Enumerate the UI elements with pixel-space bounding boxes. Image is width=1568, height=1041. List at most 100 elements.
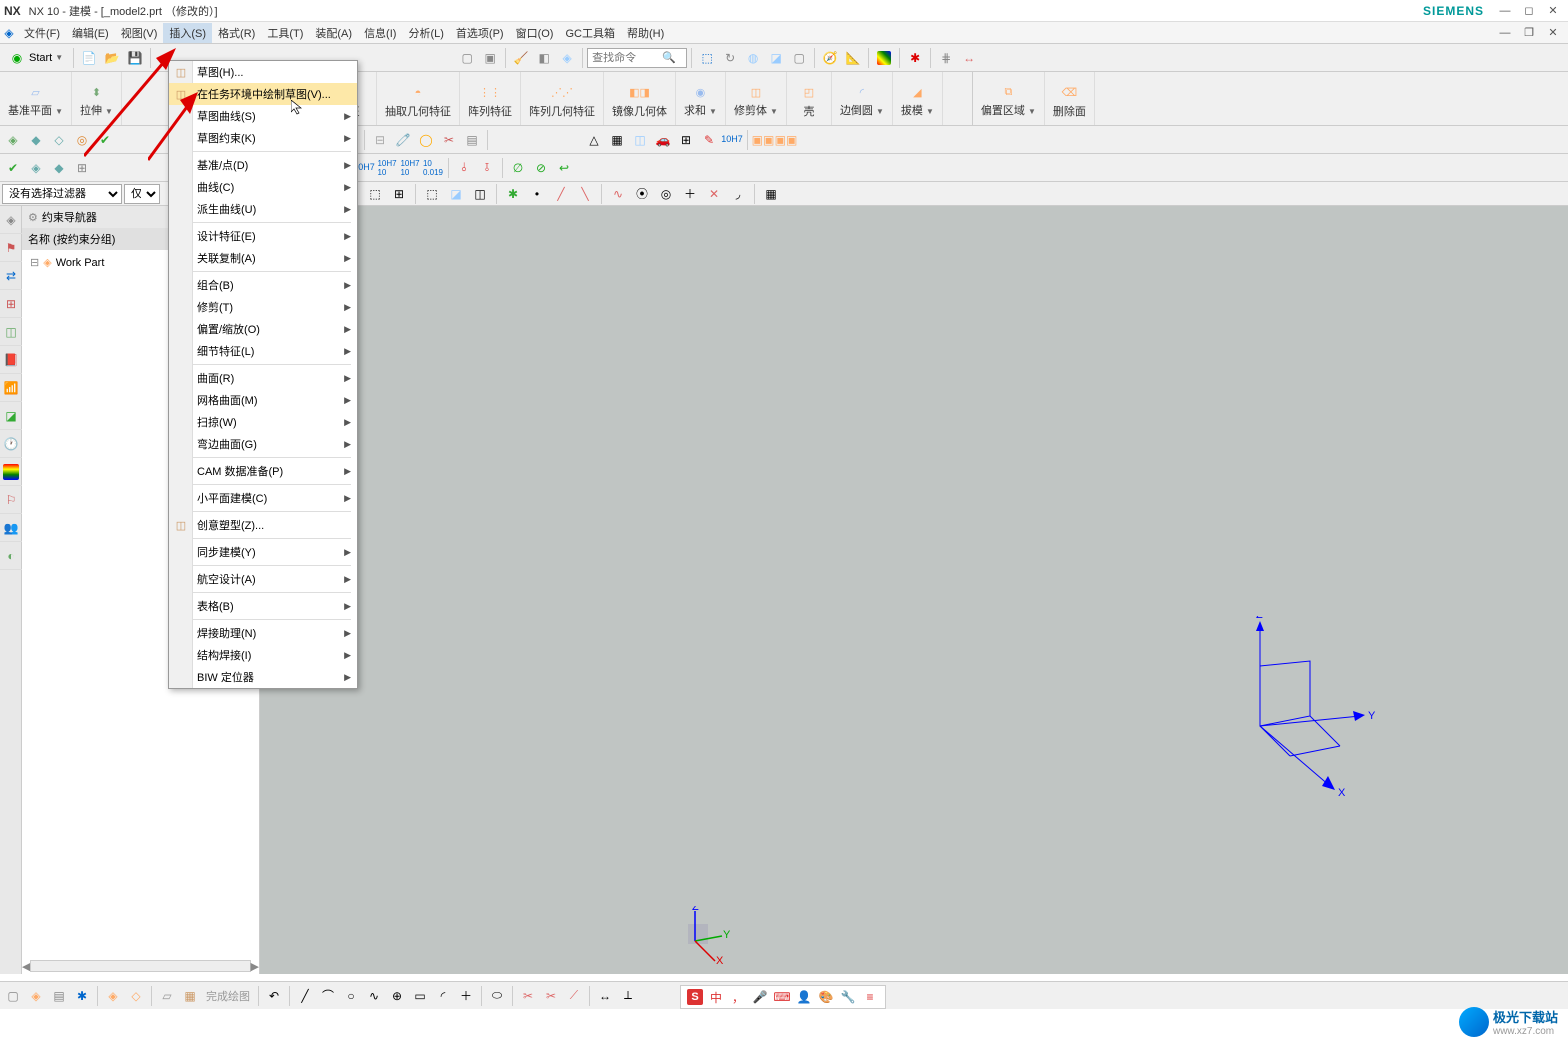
dd-item-5[interactable]: 基准/点(D)▶ bbox=[169, 154, 357, 176]
flt-plus[interactable]: ＋ bbox=[679, 183, 701, 205]
maximize-button[interactable]: ◻ bbox=[1518, 2, 1540, 20]
flt-a[interactable]: ⬚ bbox=[364, 183, 386, 205]
dd-item-15[interactable]: 细节特征(L)▶ bbox=[169, 340, 357, 362]
ribbon-mirror[interactable]: ◧◨ 镜像几何体 bbox=[604, 72, 676, 125]
ribbon-pattern-geom[interactable]: ⋰⋰ 阵列几何特征 bbox=[521, 72, 604, 125]
bt-plus[interactable]: ＋ bbox=[455, 985, 477, 1007]
dd-item-2[interactable]: 草图曲线(S)▶ bbox=[169, 105, 357, 127]
ime-menu-icon[interactable]: ≡ bbox=[861, 988, 879, 1006]
dd-item-0[interactable]: ◫草图(H)... bbox=[169, 61, 357, 83]
wcs-button[interactable]: 🧭 bbox=[819, 47, 841, 69]
tb2-pen[interactable]: ✎ bbox=[698, 129, 720, 151]
dd-item-28[interactable]: 同步建模(Y)▶ bbox=[169, 541, 357, 563]
dd-item-9[interactable]: 设计特征(E)▶ bbox=[169, 225, 357, 247]
tb2-k[interactable]: ▤ bbox=[461, 129, 483, 151]
tool-btn-b[interactable]: ▣ bbox=[479, 47, 501, 69]
dd-item-6[interactable]: 曲线(C)▶ bbox=[169, 176, 357, 198]
tab-6[interactable]: 📕 bbox=[0, 346, 22, 374]
mark-button[interactable]: ◧ bbox=[533, 47, 555, 69]
face-button[interactable]: ▢ bbox=[788, 47, 810, 69]
ribbon-unite[interactable]: ◉ 求和 ▼ bbox=[676, 72, 726, 125]
tab-10[interactable] bbox=[0, 458, 22, 486]
tab-5[interactable]: ◫ bbox=[0, 318, 22, 346]
open-button[interactable]: 📂 bbox=[101, 47, 123, 69]
tab-3[interactable]: ⇄ bbox=[0, 262, 22, 290]
tb2-a[interactable]: ◈ bbox=[2, 129, 24, 151]
dd-item-22[interactable]: CAM 数据准备(P)▶ bbox=[169, 460, 357, 482]
dim-5[interactable]: 100.019 bbox=[422, 157, 444, 179]
dd-item-7[interactable]: 派生曲线(U)▶ bbox=[169, 198, 357, 220]
ime-user-icon[interactable]: 👤 bbox=[795, 988, 813, 1006]
menu-tools[interactable]: 工具(T) bbox=[261, 23, 309, 43]
flt-d[interactable]: ◫ bbox=[469, 183, 491, 205]
nav-scrollbar[interactable]: ◀ ▶ bbox=[22, 958, 259, 974]
flt-line1[interactable]: ╱ bbox=[550, 183, 572, 205]
flt-line2[interactable]: ╲ bbox=[574, 183, 596, 205]
ribbon-trim[interactable]: ◫ 修剪体 ▼ bbox=[726, 72, 787, 125]
bt-rect[interactable]: ▭ bbox=[409, 985, 431, 1007]
flt-pt[interactable]: • bbox=[526, 183, 548, 205]
bt-finish[interactable]: ▦ bbox=[179, 985, 201, 1007]
search-input[interactable] bbox=[592, 52, 662, 64]
menu-prefs[interactable]: 首选项(P) bbox=[450, 23, 510, 43]
tb2-d[interactable]: ◎ bbox=[71, 129, 93, 151]
primitive-button[interactable]: ◍ bbox=[742, 47, 764, 69]
tb3-r1[interactable]: ⫰ bbox=[453, 157, 475, 179]
bt-d[interactable]: ✱ bbox=[71, 985, 93, 1007]
eraser-button[interactable]: 🧹 bbox=[510, 47, 532, 69]
dd-item-26[interactable]: ◫创意塑型(Z)... bbox=[169, 514, 357, 536]
bt-spline[interactable]: ∿ bbox=[363, 985, 385, 1007]
tb3-r2[interactable]: ⫱ bbox=[476, 157, 498, 179]
ribbon-draft[interactable]: ◢ 拔模 ▼ bbox=[893, 72, 943, 125]
ime-skin-icon[interactable]: 🎨 bbox=[817, 988, 835, 1006]
ime-mic-icon[interactable]: 🎤 bbox=[751, 988, 769, 1006]
dd-item-12[interactable]: 组合(B)▶ bbox=[169, 274, 357, 296]
tb2-b[interactable]: ◆ bbox=[25, 129, 47, 151]
tb2-boxes1[interactable]: ▣▣ bbox=[752, 129, 774, 151]
menu-info[interactable]: 信息(I) bbox=[358, 23, 402, 43]
doc-minimize[interactable]: — bbox=[1494, 24, 1516, 42]
dd-item-36[interactable]: BIW 定位器▶ bbox=[169, 666, 357, 688]
axis-button[interactable]: ✱ bbox=[904, 47, 926, 69]
flt-c[interactable]: ⬚ bbox=[421, 183, 443, 205]
tab-2[interactable]: ⚑ bbox=[0, 234, 22, 262]
tb2-grid[interactable]: ▦ bbox=[606, 129, 628, 151]
tab-9[interactable]: 🕐 bbox=[0, 430, 22, 458]
menu-assembly[interactable]: 装配(A) bbox=[309, 23, 358, 43]
menu-view[interactable]: 视图(V) bbox=[115, 23, 164, 43]
ribbon-fillet[interactable]: ◜ 边倒圆 ▼ bbox=[832, 72, 893, 125]
selection-filter[interactable]: 没有选择过滤器 bbox=[2, 184, 122, 204]
menu-format[interactable]: 格式(R) bbox=[212, 23, 261, 43]
dd-item-18[interactable]: 网格曲面(M)▶ bbox=[169, 389, 357, 411]
viewport[interactable]: Z Y X Z Y X bbox=[260, 206, 1568, 974]
bt-circle[interactable]: ○ bbox=[340, 985, 362, 1007]
new-button[interactable]: 📄 bbox=[78, 47, 100, 69]
mesh-button[interactable]: ⋕ bbox=[935, 47, 957, 69]
ime-bar[interactable]: S 中 ， 🎤 ⌨ 👤 🎨 🔧 ≡ bbox=[680, 985, 886, 1009]
color-button[interactable] bbox=[873, 47, 895, 69]
doc-close[interactable]: ✕ bbox=[1542, 24, 1564, 42]
tb3-c[interactable]: ⊞ bbox=[71, 157, 93, 179]
tb2-j[interactable]: ✂ bbox=[438, 129, 460, 151]
save-button[interactable]: 💾 bbox=[124, 47, 146, 69]
layer-button[interactable]: ◈ bbox=[556, 47, 578, 69]
close-button[interactable]: ✕ bbox=[1542, 2, 1564, 20]
dd-item-20[interactable]: 弯边曲面(G)▶ bbox=[169, 433, 357, 455]
dd-item-10[interactable]: 关联复制(A)▶ bbox=[169, 247, 357, 269]
tb3-c3[interactable]: ↩ bbox=[553, 157, 575, 179]
doc-restore[interactable]: ❐ bbox=[1518, 24, 1540, 42]
flt-curve[interactable]: ∿ bbox=[607, 183, 629, 205]
ribbon-extrude[interactable]: ⬍ 拉伸 ▼ bbox=[72, 72, 122, 125]
bt-arc[interactable]: ⌒ bbox=[317, 985, 339, 1007]
dd-item-17[interactable]: 曲面(R)▶ bbox=[169, 367, 357, 389]
tb2-car[interactable]: 🚗 bbox=[652, 129, 674, 151]
ribbon-pattern[interactable]: ⋮⋮ 阵列特征 bbox=[460, 72, 521, 125]
search-command[interactable]: 🔍 bbox=[587, 48, 687, 68]
ime-chinese[interactable]: 中 bbox=[707, 988, 725, 1006]
tab-7[interactable]: 📶 bbox=[0, 374, 22, 402]
dim-3[interactable]: 10H710 bbox=[376, 157, 398, 179]
tab-1[interactable]: ◈ bbox=[0, 206, 22, 234]
tb3-a[interactable]: ◈ bbox=[25, 157, 47, 179]
bt-dim1[interactable]: ↔ bbox=[594, 985, 616, 1007]
ribbon-extract[interactable]: ◓ 抽取几何特征 bbox=[377, 72, 460, 125]
